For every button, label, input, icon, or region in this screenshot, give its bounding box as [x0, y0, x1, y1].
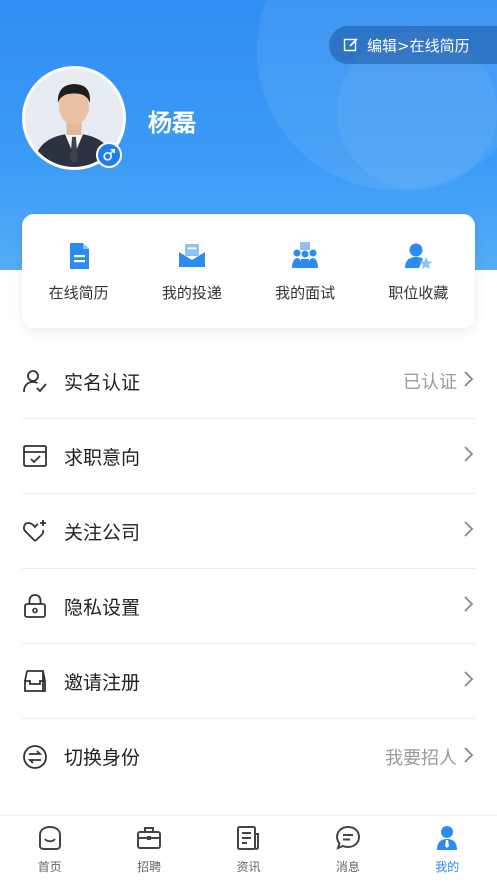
briefcase-icon	[137, 827, 162, 849]
menu-item-label: 关注公司	[64, 521, 141, 544]
home-icon	[38, 825, 61, 850]
menu-item-switch-identity[interactable]: 切换身份 我要招人	[22, 719, 475, 794]
swap-icon	[22, 744, 48, 770]
quick-action-my-interviews[interactable]: 我的面试	[255, 240, 355, 303]
tab-messages[interactable]: 消息	[308, 824, 388, 875]
quick-actions-card: 在线简历 我的投递 我的面试 职位收藏	[22, 214, 475, 328]
chevron-right-icon	[463, 520, 475, 542]
calendar-check-icon	[22, 443, 48, 469]
tab-recruitment[interactable]: 招聘	[109, 824, 189, 875]
inbox-icon	[22, 668, 48, 694]
chevron-right-icon	[463, 595, 475, 617]
menu-item-label: 邀请注册	[64, 671, 141, 694]
chat-icon	[335, 825, 360, 850]
verification-status: 已认证	[403, 372, 457, 393]
interview-icon	[292, 241, 319, 268]
tab-profile[interactable]: 我的	[407, 824, 487, 875]
menu-item-label: 实名认证	[64, 371, 141, 394]
quick-action-saved-jobs[interactable]: 职位收藏	[368, 240, 468, 303]
menu-item-label: 切换身份	[64, 747, 141, 769]
menu-item-invite-registration[interactable]: 邀请注册	[22, 644, 475, 719]
news-icon	[237, 826, 260, 850]
male-gender-icon	[96, 142, 122, 168]
edit-resume-button[interactable]: 编辑>在线简历	[329, 26, 497, 64]
heart-plus-icon	[22, 518, 48, 544]
settings-menu: 实名认证 已认证 求职意向 关注公司 隐私设置 邀请注册 切换身份 我要招人	[22, 344, 475, 794]
user-name: 杨磊	[148, 109, 196, 137]
quick-action-my-applications[interactable]: 我的投递	[142, 240, 242, 303]
lock-icon	[22, 593, 48, 619]
menu-item-job-intention[interactable]: 求职意向	[22, 419, 475, 494]
envelope-icon	[178, 243, 205, 267]
chevron-right-icon	[463, 445, 475, 467]
bottom-tab-bar: 首页 招聘 资讯 消息 我的	[0, 815, 497, 883]
tab-home[interactable]: 首页	[10, 824, 90, 875]
tab-news[interactable]: 资讯	[208, 824, 288, 875]
favorite-user-icon	[405, 243, 433, 269]
chevron-right-icon	[463, 370, 475, 392]
chevron-right-icon	[463, 746, 475, 768]
chevron-right-icon	[463, 670, 475, 692]
resume-icon	[69, 242, 89, 269]
user-check-icon	[22, 368, 48, 394]
profile-icon	[437, 826, 458, 850]
menu-item-label: 求职意向	[64, 446, 141, 469]
menu-item-privacy-settings[interactable]: 隐私设置	[22, 569, 475, 644]
edit-resume-label: 编辑>在线简历	[367, 36, 470, 55]
menu-item-label: 隐私设置	[64, 596, 141, 619]
edit-icon	[343, 38, 358, 52]
menu-item-followed-companies[interactable]: 关注公司	[22, 494, 475, 569]
menu-item-real-name-verification[interactable]: 实名认证 已认证	[22, 344, 475, 419]
switch-identity-hint: 我要招人	[385, 747, 457, 769]
quick-action-online-resume[interactable]: 在线简历	[29, 240, 129, 303]
